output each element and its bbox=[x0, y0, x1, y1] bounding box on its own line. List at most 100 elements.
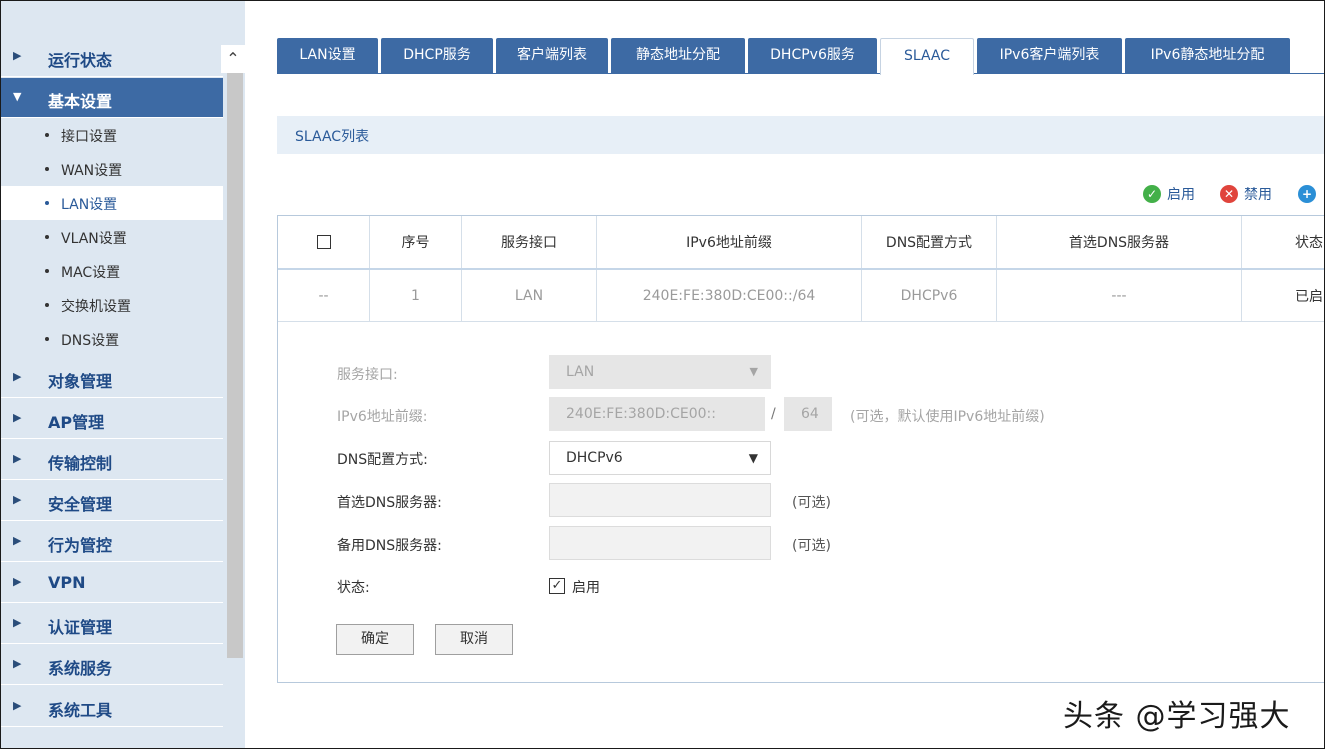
caret-right-icon: ▶ bbox=[13, 452, 22, 465]
sidebar-item-behavior-control[interactable]: ▶ 行为管控 bbox=[1, 522, 223, 562]
prefix-length-input[interactable]: 64 bbox=[784, 397, 832, 431]
confirm-button[interactable]: 确定 bbox=[336, 624, 414, 655]
sidebar-item-label: 传输控制 bbox=[48, 454, 113, 473]
sidebar-item-object-mgmt[interactable]: ▶ 对象管理 bbox=[1, 358, 223, 398]
sidebar-item-run-status[interactable]: ▶ 运行状态 bbox=[1, 37, 223, 77]
sidebar-item-label: 安全管理 bbox=[48, 495, 113, 514]
sidebar-item-system-tools[interactable]: ▶ 系统工具 bbox=[1, 687, 223, 727]
secondary-dns-label: 备用DNS服务器: bbox=[337, 538, 442, 554]
plus-circle-icon: + bbox=[1298, 185, 1316, 203]
select-all-checkbox[interactable] bbox=[316, 235, 331, 249]
tab-static-address[interactable]: 静态地址分配 bbox=[611, 38, 745, 73]
sidebar-item-system-services[interactable]: ▶ 系统服务 bbox=[1, 645, 223, 685]
sidebar-item-basic-settings[interactable]: ▼ 基本设置 bbox=[1, 78, 223, 118]
sidebar-subitem-wan[interactable]: WAN设置 bbox=[1, 152, 223, 186]
tab-slaac[interactable]: SLAAC bbox=[880, 38, 974, 75]
header-interface: 服务接口 bbox=[462, 216, 597, 268]
prefix-input[interactable]: 240E:FE:380D:CE00:: bbox=[549, 397, 765, 431]
row-interface: LAN bbox=[462, 270, 597, 321]
sidebar-item-auth-mgmt[interactable]: ▶ 认证管理 bbox=[1, 604, 223, 644]
secondary-dns-input[interactable] bbox=[549, 526, 771, 560]
interface-select[interactable]: LAN ▼ bbox=[549, 355, 771, 389]
table-header: 序号 服务接口 IPv6地址前缀 DNS配置方式 首选DNS服务器 状态 bbox=[278, 216, 1324, 270]
sidebar-subitem-label: 交换机设置 bbox=[61, 299, 131, 315]
sidebar-subitem-switch[interactable]: 交换机设置 bbox=[1, 288, 223, 322]
sidebar-subitem-dns[interactable]: DNS设置 bbox=[1, 322, 223, 356]
select-all-cell bbox=[278, 216, 370, 268]
caret-right-icon: ▶ bbox=[13, 699, 22, 712]
tab-client-list[interactable]: 客户端列表 bbox=[496, 38, 608, 73]
sidebar-item-security-mgmt[interactable]: ▶ 安全管理 bbox=[1, 481, 223, 521]
tab-dhcpv6-service[interactable]: DHCPv6服务 bbox=[748, 38, 877, 73]
row-status: 已启 bbox=[1295, 288, 1323, 305]
watermark-text: 头条 @学习强大 bbox=[1063, 699, 1291, 734]
bullet-icon bbox=[45, 235, 49, 239]
sidebar-item-transfer-control[interactable]: ▶ 传输控制 bbox=[1, 440, 223, 480]
caret-right-icon: ▶ bbox=[13, 411, 22, 424]
section-title: SLAAC列表 bbox=[295, 129, 370, 145]
dns-mode-label: DNS配置方式: bbox=[337, 452, 428, 468]
sidebar-item-label: 对象管理 bbox=[48, 372, 113, 391]
disable-label: 禁用 bbox=[1244, 187, 1272, 203]
table-row[interactable]: -- 1 LAN 240E:FE:380D:CE00::/64 DHCPv6 -… bbox=[278, 270, 1324, 322]
x-circle-icon: ✕ bbox=[1220, 185, 1238, 203]
enable-button[interactable]: ✓ 启用 bbox=[1143, 183, 1195, 205]
sidebar-subitem-label: WAN设置 bbox=[61, 163, 123, 179]
primary-dns-label: 首选DNS服务器: bbox=[337, 495, 442, 511]
chevron-up-icon[interactable]: ⌃ bbox=[221, 45, 245, 73]
sidebar-subitem-label: 接口设置 bbox=[61, 129, 117, 145]
sidebar-item-ap-mgmt[interactable]: ▶ AP管理 bbox=[1, 399, 223, 439]
cancel-button[interactable]: 取消 bbox=[435, 624, 513, 655]
sidebar-item-label: 系统工具 bbox=[48, 701, 113, 720]
dns-mode-select[interactable]: DHCPv6 ▼ bbox=[549, 441, 771, 475]
caret-down-icon: ▼ bbox=[748, 451, 758, 465]
sidebar-subitem-vlan[interactable]: VLAN设置 bbox=[1, 220, 223, 254]
sidebar-subitem-mac[interactable]: MAC设置 bbox=[1, 254, 223, 288]
caret-right-icon: ▶ bbox=[13, 49, 22, 62]
bullet-icon bbox=[45, 337, 49, 341]
add-button[interactable]: + bbox=[1298, 183, 1316, 205]
sidebar-item-vpn[interactable]: ▶ VPN bbox=[1, 563, 223, 603]
row-select: -- bbox=[278, 270, 370, 321]
tab-ipv6-client-list[interactable]: IPv6客户端列表 bbox=[977, 38, 1122, 73]
header-prefix: IPv6地址前缀 bbox=[597, 216, 862, 268]
dns-mode-value: DHCPv6 bbox=[566, 450, 623, 466]
disable-button[interactable]: ✕ 禁用 bbox=[1220, 183, 1272, 205]
caret-right-icon: ▶ bbox=[13, 370, 22, 383]
header-primary-dns: 首选DNS服务器 bbox=[997, 216, 1242, 268]
caret-right-icon: ▶ bbox=[13, 657, 22, 670]
header-index: 序号 bbox=[370, 216, 462, 268]
bullet-icon bbox=[45, 269, 49, 273]
sidebar-subitem-label: VLAN设置 bbox=[61, 231, 127, 247]
row-primary-dns: --- bbox=[997, 270, 1242, 321]
sidebar-item-label: 运行状态 bbox=[48, 51, 113, 70]
sidebar-item-label: 基本设置 bbox=[48, 92, 113, 111]
sidebar-item-label: AP管理 bbox=[48, 413, 105, 432]
slaac-table: 序号 服务接口 IPv6地址前缀 DNS配置方式 首选DNS服务器 状态 -- … bbox=[277, 215, 1324, 683]
header-status: 状态 bbox=[1295, 235, 1323, 251]
tab-dhcp-service[interactable]: DHCP服务 bbox=[381, 38, 493, 73]
sidebar-scrollbar[interactable] bbox=[227, 73, 243, 658]
row-dns-mode: DHCPv6 bbox=[862, 270, 997, 321]
tab-ipv6-static-address[interactable]: IPv6静态地址分配 bbox=[1125, 38, 1290, 73]
prefix-note: (可选，默认使用IPv6地址前缀) bbox=[850, 409, 1045, 425]
sidebar-item-label: 行为管控 bbox=[48, 536, 113, 555]
sidebar-subitem-interface[interactable]: 接口设置 bbox=[1, 118, 223, 152]
prefix-value: 240E:FE:380D:CE00:: bbox=[566, 406, 716, 422]
caret-right-icon: ▶ bbox=[13, 534, 22, 547]
check-circle-icon: ✓ bbox=[1143, 185, 1161, 203]
primary-dns-input[interactable] bbox=[549, 483, 771, 517]
tab-lan-settings[interactable]: LAN设置 bbox=[277, 38, 378, 73]
sidebar-subitem-label: MAC设置 bbox=[61, 265, 121, 281]
bullet-icon bbox=[45, 167, 49, 171]
sidebar-subitem-lan[interactable]: LAN设置 bbox=[1, 186, 223, 220]
sidebar-item-label: 认证管理 bbox=[48, 618, 113, 637]
bullet-icon bbox=[45, 201, 49, 205]
bullet-icon bbox=[45, 303, 49, 307]
status-enable-checkbox[interactable]: ✓ bbox=[549, 578, 565, 594]
caret-down-icon: ▼ bbox=[749, 365, 758, 378]
sidebar-subitem-label: DNS设置 bbox=[61, 333, 120, 349]
enable-label: 启用 bbox=[1167, 187, 1195, 203]
status-label: 状态: bbox=[337, 580, 370, 596]
row-index: 1 bbox=[370, 270, 462, 321]
